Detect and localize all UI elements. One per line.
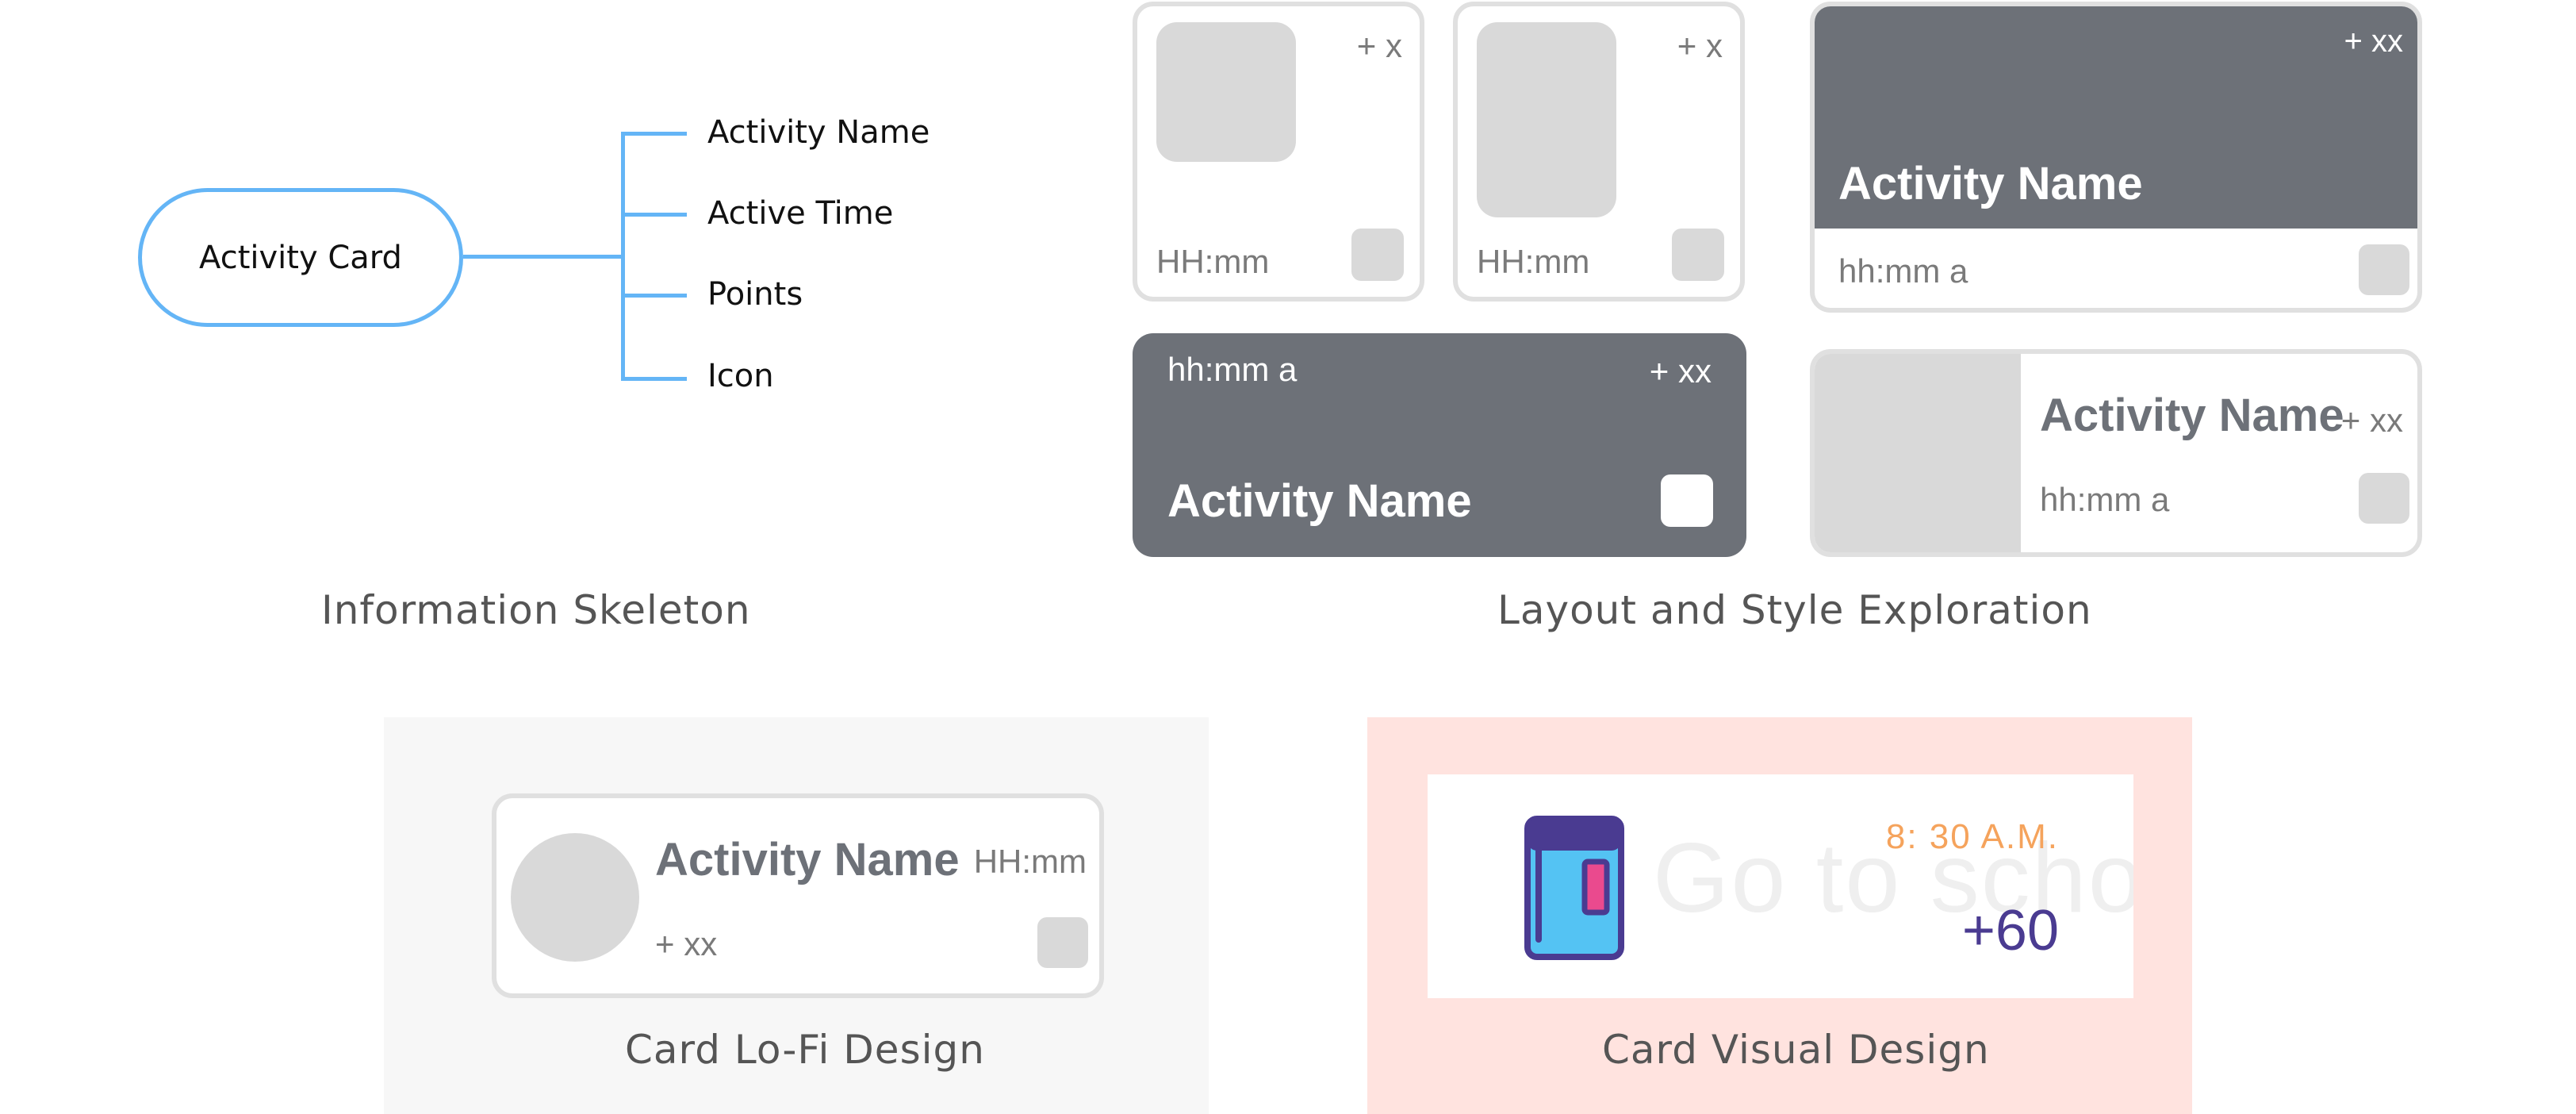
lofi-panel: Activity Name HH:mm + xx Card Lo-Fi Desi… [384,717,1209,1114]
activity-name-label: Activity Name [1167,475,1472,527]
time-label: HH:mm [1477,243,1590,280]
mind-map-leaf-points: Points [707,276,803,313]
exploration-card-4: hh:mm a + xx Activity Name [1133,333,1746,557]
mind-map-leaf-icon: Icon [707,358,774,394]
time-label: hh:mm a [1167,351,1298,388]
mind-map-trunk [621,132,625,381]
exploration-card-3: + xx Activity Name hh:mm a [1810,2,2422,313]
exploration-card-1: + x HH:mm [1133,2,1424,302]
mind-map-root-label: Activity Card [199,239,402,276]
image-placeholder [1815,354,2021,552]
points-label: +60 [1961,899,2059,962]
checkbox-placeholder [1661,474,1713,527]
exploration-card-2: + x HH:mm [1453,2,1745,302]
mind-map-branch [621,294,687,298]
mind-map-leaf-active-time: Active Time [707,195,894,232]
checkbox-placeholder [2359,473,2409,524]
checkbox-placeholder [1351,229,1404,281]
checkbox-placeholder [1672,229,1724,281]
activity-name-label: Activity Name [2040,390,2344,441]
caption-layout-exploration: Layout and Style Exploration [1497,587,2092,633]
time-label: hh:mm a [1838,252,1968,290]
activity-name-label: Activity Name [655,834,960,885]
time-label: hh:mm a [2040,481,2170,518]
points-label: + x [1677,27,1723,64]
points-label: + xx [2340,401,2403,439]
icon-placeholder [1156,22,1296,162]
time-label: HH:mm [1156,243,1270,280]
mind-map-branch [621,132,687,136]
lofi-card: Activity Name HH:mm + xx [492,793,1104,998]
caption-information-skeleton: Information Skeleton [321,587,751,633]
mind-map-branch [621,377,687,381]
time-label: 8: 30 A.M. [1885,817,2059,856]
exploration-card-5: Activity Name + xx hh:mm a [1810,349,2422,557]
icon-placeholder [511,833,639,962]
points-label: + x [1356,27,1402,64]
checkbox-placeholder [2359,244,2409,295]
points-label: + xx [655,925,718,962]
time-label: HH:mm [973,843,1087,880]
caption-visual-design: Card Visual Design [1602,1027,1990,1073]
caption-lofi-design: Card Lo-Fi Design [625,1027,985,1073]
book-icon [1524,816,1624,960]
points-label: + xx [2344,24,2403,59]
checkbox-placeholder [1037,917,1088,968]
mind-map-connector [463,255,623,259]
mind-map-branch [621,213,687,217]
mind-map-root-node: Activity Card [138,188,463,327]
visual-card: Go to school 8: 30 A.M. +60 [1428,774,2133,998]
mind-map-leaf-activity-name: Activity Name [707,114,930,151]
points-label: + xx [1649,352,1712,390]
icon-placeholder [1477,22,1616,217]
activity-name-label: Activity Name [1838,158,2143,209]
